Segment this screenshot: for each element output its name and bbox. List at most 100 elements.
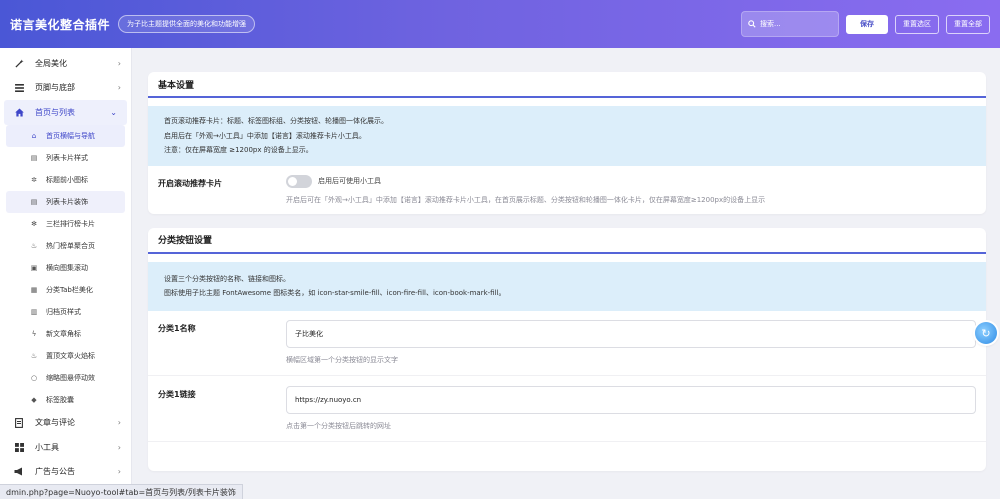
info-notice: 首页滚动推荐卡片：标题、标签图标组、分类按钮、轮播图一体化展示。 启用后在「外观… xyxy=(148,106,986,166)
fire-icon: ♨ xyxy=(30,351,38,360)
submenu-item-title-icon[interactable]: ✲ 标题前小图标 xyxy=(0,169,131,191)
sidebar-item-label: 文章与评论 xyxy=(35,418,75,428)
sidebar-item-label: 首页与列表 xyxy=(35,107,75,117)
submenu: ⌂ 首页横幅与导航 ▤ 列表卡片样式 ✲ 标题前小图标 ▤ 列表卡片装饰 ✻ 三… xyxy=(0,124,131,411)
setting-description: 开启后可在「外观→小工具」中添加【诺言】滚动推荐卡片小工具，在首页展示标题、分类… xyxy=(286,195,766,204)
category1-name-input[interactable]: 子比美化 xyxy=(286,319,976,348)
sidebar-item-label: 全局美化 xyxy=(35,58,67,68)
sidebar-item-global[interactable]: 全局美化 › xyxy=(0,51,131,76)
submenu-item-label: 置顶文章火焰标 xyxy=(46,351,95,360)
app-subtitle: 为子比主题提供全面的美化和功能增强 xyxy=(118,15,256,33)
list-icon: ▤ xyxy=(30,153,38,162)
chevron-right-icon: › xyxy=(117,418,121,428)
submenu-item-list-card-decor[interactable]: ▤ 列表卡片装饰 xyxy=(6,190,125,213)
submenu-item-label: 三栏排行榜卡片 xyxy=(46,219,95,228)
grid-icon xyxy=(14,442,24,452)
submenu-item-label: 缩略图悬停动效 xyxy=(46,373,95,382)
grid-icon: ▦ xyxy=(30,285,38,294)
sidebar-item-ads[interactable]: 广告与公告 › xyxy=(0,460,131,485)
chevron-right-icon: › xyxy=(117,83,121,93)
megaphone-icon xyxy=(14,467,24,477)
bolt-icon: ϟ xyxy=(31,329,37,338)
submenu-item-label: 分类Tab栏美化 xyxy=(46,285,93,294)
submenu-item-label: 标题前小图标 xyxy=(46,175,88,184)
app-title: 诺言美化整合插件 xyxy=(10,17,111,32)
search-icon xyxy=(748,20,756,28)
setting-row: 分类1名称 子比美化 横幅区域第一个分类按钮的显示文字 xyxy=(148,311,986,375)
sidebar: 全局美化 › 页脚与底部 › 首页与列表 ⌄ ⌂ 首页横幅与导航 ▤ 列表卡片样… xyxy=(0,48,132,499)
section-category: 分类按钮设置 设置三个分类按钮的名称、链接和图标。 图标使用子比主题 FontA… xyxy=(148,227,986,471)
refresh-icon: ↻ xyxy=(981,326,991,340)
setting-row: 分类1链接 https://zy.nuoyo.cn 点击第一个分类按钮后跳转的网… xyxy=(148,374,986,441)
notice-line: 启用后在「外观→小工具」中添加【诺言】滚动推荐卡片小工具。 xyxy=(164,131,366,140)
search-box[interactable] xyxy=(741,11,839,37)
section-basic: 基本设置 首页滚动推荐卡片：标题、标签图标组、分类按钮、轮播图一体化展示。 启用… xyxy=(148,72,986,214)
chevron-right-icon: › xyxy=(117,467,121,477)
submenu-item-archive[interactable]: ▥ 归档页样式 xyxy=(0,301,131,323)
main-content: 基本设置 首页滚动推荐卡片：标题、标签图标组、分类按钮、轮播图一体化展示。 启用… xyxy=(148,72,986,481)
setting-label: 开启滚动推荐卡片 xyxy=(158,178,222,188)
submenu-item-label: 归档页样式 xyxy=(46,307,81,316)
list-icon: ▤ xyxy=(30,197,38,206)
sidebar-item-label: 广告与公告 xyxy=(35,467,75,477)
submenu-item-list-card-style[interactable]: ▤ 列表卡片样式 xyxy=(0,147,131,169)
image-icon: ▣ xyxy=(30,263,38,272)
floating-assistant-button[interactable]: ↻ xyxy=(975,322,997,344)
bars-icon xyxy=(14,83,24,93)
submenu-item-sticky-flame[interactable]: ♨ 置顶文章火焰标 xyxy=(0,345,131,367)
gear-icon: ✻ xyxy=(31,219,37,228)
submenu-item-label: 标签胶囊 xyxy=(46,395,74,404)
reset-section-button[interactable]: 重置选区 xyxy=(895,14,939,34)
sidebar-item-widgets[interactable]: 小工具 › xyxy=(0,435,131,460)
submenu-item-thumb-hover[interactable]: ○ 缩略图悬停动效 xyxy=(0,367,131,389)
magic-wand-icon xyxy=(14,58,24,68)
setting-description: 横幅区域第一个分类按钮的显示文字 xyxy=(286,355,398,364)
notice-line: 图标使用子比主题 FontAwesome 图标类名，如 icon-star-sm… xyxy=(164,289,506,297)
category1-link-input[interactable]: https://zy.nuoyo.cn xyxy=(286,385,976,414)
setting-row: 开启滚动推荐卡片 启用后可使用小工具 开启后可在「外观→小工具」中添加【诺言】滚… xyxy=(148,166,986,214)
setting-label: 分类1链接 xyxy=(158,389,196,399)
toggle-text: 启用后可使用小工具 xyxy=(318,177,381,185)
fire-icon: ♨ xyxy=(30,241,38,250)
document-icon xyxy=(14,417,24,428)
home-icon xyxy=(14,107,24,117)
info-notice: 设置三个分类按钮的名称、链接和图标。 图标使用子比主题 FontAwesome … xyxy=(148,261,986,311)
sidebar-item-article-comment[interactable]: 文章与评论 › xyxy=(0,411,131,436)
enable-scroll-card-toggle[interactable] xyxy=(286,174,312,188)
section-title: 分类按钮设置 xyxy=(148,228,986,254)
sidebar-item-footer[interactable]: 页脚与底部 › xyxy=(0,76,131,101)
submenu-item-label: 列表卡片装饰 xyxy=(46,197,88,206)
submenu-item-tag-capsule[interactable]: ◆ 标签胶囊 xyxy=(0,389,131,411)
save-button[interactable]: 保存 xyxy=(846,14,888,34)
star-icon: ✲ xyxy=(31,175,37,184)
submenu-item-new-badge[interactable]: ϟ 新文章角标 xyxy=(0,323,131,345)
submenu-item-home-banner[interactable]: ⌂ 首页横幅与导航 xyxy=(6,124,125,147)
home-icon: ⌂ xyxy=(31,131,37,140)
chevron-right-icon: › xyxy=(117,442,121,452)
archive-icon: ▥ xyxy=(30,307,38,316)
submenu-item-label: 横向图集滚动 xyxy=(46,263,88,272)
search-input[interactable] xyxy=(760,20,832,28)
submenu-item-tab-bar[interactable]: ▦ 分类Tab栏美化 xyxy=(0,279,131,301)
section-title: 基本设置 xyxy=(148,72,986,98)
top-header: 诺言美化整合插件 为子比主题提供全面的美化和功能增强 保存 重置选区 重置全部 xyxy=(0,0,1000,48)
submenu-item-gallery-scroll[interactable]: ▣ 横向图集滚动 xyxy=(0,257,131,279)
notice-line: 设置三个分类按钮的名称、链接和图标。 xyxy=(164,274,290,283)
setting-description: 点击第一个分类按钮后跳转的网址 xyxy=(286,421,391,430)
chevron-right-icon: › xyxy=(117,58,121,68)
setting-row xyxy=(148,440,986,471)
circle-icon: ○ xyxy=(30,373,38,382)
notice-line: 注意：仅在屏幕宽度 ≥1200px 的设备上显示。 xyxy=(164,146,313,154)
chevron-down-icon: ⌄ xyxy=(110,107,117,117)
sidebar-item-home-list[interactable]: 首页与列表 ⌄ xyxy=(4,100,127,125)
submenu-item-ranking-card[interactable]: ✻ 三栏排行榜卡片 xyxy=(0,213,131,235)
submenu-item-label: 新文章角标 xyxy=(46,329,81,338)
sidebar-item-label: 页脚与底部 xyxy=(35,83,75,93)
reset-all-button[interactable]: 重置全部 xyxy=(946,14,990,34)
submenu-item-label: 列表卡片样式 xyxy=(46,153,88,162)
status-url: dmin.php?page=Nuoyo-tool#tab=首页与列表/列表卡片装… xyxy=(0,484,243,499)
sidebar-item-label: 小工具 xyxy=(35,442,59,452)
setting-label: 分类1名称 xyxy=(158,323,196,333)
tag-icon: ◆ xyxy=(31,395,37,404)
submenu-item-hot-list[interactable]: ♨ 热门榜单聚合页 xyxy=(0,235,131,257)
